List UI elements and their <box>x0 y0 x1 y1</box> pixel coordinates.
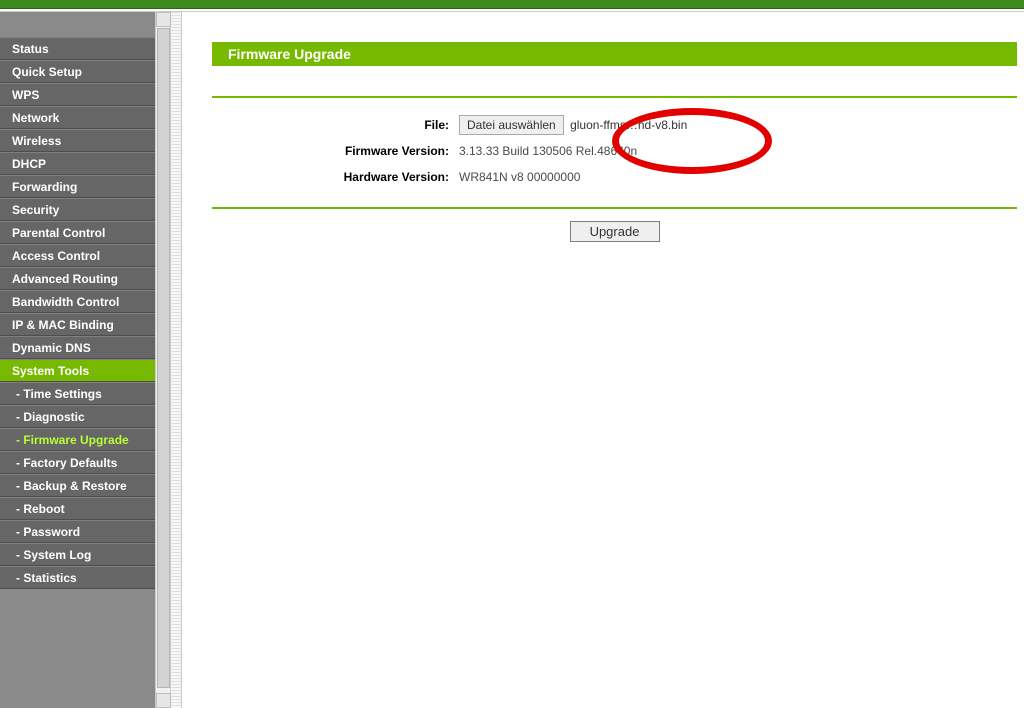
row-hardware-version: Hardware Version: WR841N v8 00000000 <box>212 164 1024 189</box>
nav-item-wireless[interactable]: Wireless <box>0 129 170 152</box>
nav-item-parental-control[interactable]: Parental Control <box>0 221 170 244</box>
page-title: Firmware Upgrade <box>212 42 1017 66</box>
frame-divider[interactable] <box>170 12 182 708</box>
section-divider-bottom <box>212 207 1017 209</box>
value-firmware-version: 3.13.33 Build 130506 Rel.48660n <box>455 144 1024 158</box>
scrollbar-up-icon[interactable] <box>156 12 171 27</box>
nav-item-system-tools[interactable]: System Tools <box>0 359 170 382</box>
nav-sub-time-settings[interactable]: - Time Settings <box>0 382 170 405</box>
nav-item-forwarding[interactable]: Forwarding <box>0 175 170 198</box>
nav-item-network[interactable]: Network <box>0 106 170 129</box>
sidebar: Status Quick Setup WPS Network Wireless … <box>0 12 170 708</box>
scrollbar-thumb[interactable] <box>157 28 170 688</box>
value-file: Datei auswählen gluon-ffms…nd-v8.bin <box>455 115 1024 135</box>
nav-item-quick-setup[interactable]: Quick Setup <box>0 60 170 83</box>
row-firmware-version: Firmware Version: 3.13.33 Build 130506 R… <box>212 138 1024 163</box>
value-hardware-version: WR841N v8 00000000 <box>455 170 1024 184</box>
nav-item-dynamic-dns[interactable]: Dynamic DNS <box>0 336 170 359</box>
nav-sub-firmware-upgrade[interactable]: - Firmware Upgrade <box>0 428 170 451</box>
nav-item-security[interactable]: Security <box>0 198 170 221</box>
nav-item-dhcp[interactable]: DHCP <box>0 152 170 175</box>
nav-sub-password[interactable]: - Password <box>0 520 170 543</box>
choose-file-button[interactable]: Datei auswählen <box>459 115 564 135</box>
top-brand-bar <box>0 0 1024 9</box>
nav-item-status[interactable]: Status <box>0 37 170 60</box>
actions-row: Upgrade <box>212 221 1017 242</box>
nav-sub-system-log[interactable]: - System Log <box>0 543 170 566</box>
firmware-form: File: Datei auswählen gluon-ffms…nd-v8.b… <box>212 98 1024 189</box>
nav-item-ip-mac-binding[interactable]: IP & MAC Binding <box>0 313 170 336</box>
label-firmware-version: Firmware Version: <box>212 144 455 158</box>
nav-sub-reboot[interactable]: - Reboot <box>0 497 170 520</box>
nav-sub-statistics[interactable]: - Statistics <box>0 566 170 589</box>
nav-sub-factory-defaults[interactable]: - Factory Defaults <box>0 451 170 474</box>
main-content: Firmware Upgrade File: Datei auswählen g… <box>182 12 1024 708</box>
nav-sub-diagnostic[interactable]: - Diagnostic <box>0 405 170 428</box>
nav-item-bandwidth-control[interactable]: Bandwidth Control <box>0 290 170 313</box>
upgrade-button[interactable]: Upgrade <box>570 221 660 242</box>
nav-sub-backup-restore[interactable]: - Backup & Restore <box>0 474 170 497</box>
label-file: File: <box>212 118 455 132</box>
nav-item-wps[interactable]: WPS <box>0 83 170 106</box>
row-file: File: Datei auswählen gluon-ffms…nd-v8.b… <box>212 112 1024 137</box>
nav-item-access-control[interactable]: Access Control <box>0 244 170 267</box>
nav-item-advanced-routing[interactable]: Advanced Routing <box>0 267 170 290</box>
page-root: Status Quick Setup WPS Network Wireless … <box>0 12 1024 708</box>
label-hardware-version: Hardware Version: <box>212 170 455 184</box>
scrollbar-down-icon[interactable] <box>156 693 171 708</box>
sidebar-scrollbar[interactable] <box>155 12 170 708</box>
chosen-file-name: gluon-ffms…nd-v8.bin <box>570 118 687 132</box>
